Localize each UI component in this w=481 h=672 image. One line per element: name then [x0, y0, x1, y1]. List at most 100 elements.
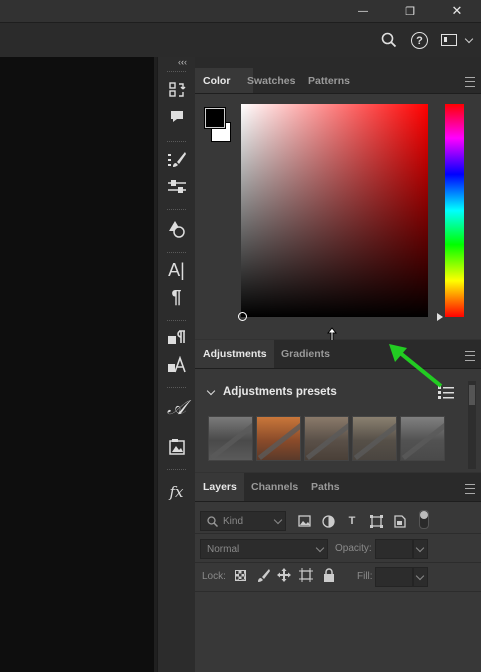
brush-settings-icon[interactable] — [158, 147, 195, 173]
adjustments-presets-title: Adjustments presets — [223, 386, 337, 398]
tab-paths[interactable]: Paths — [303, 473, 348, 501]
opacity-dropdown[interactable] — [413, 539, 428, 559]
libraries-icon[interactable] — [158, 434, 195, 460]
help-icon[interactable]: ? — [411, 32, 428, 49]
grip[interactable] — [167, 387, 186, 390]
chevron-down-icon[interactable] — [206, 386, 216, 396]
hue-slider-marker[interactable] — [437, 313, 443, 321]
history-icon[interactable] — [158, 77, 195, 103]
fill-dropdown[interactable] — [413, 567, 428, 587]
blend-mode-select[interactable]: Normal — [200, 539, 328, 559]
options-bar: ? — [0, 23, 481, 58]
workspace-chevron-icon[interactable] — [464, 34, 474, 44]
filter-adjustment-icon[interactable] — [321, 514, 335, 528]
opacity-field[interactable] — [375, 539, 413, 559]
preset-thumbnail-5[interactable] — [400, 416, 445, 461]
grip[interactable] — [167, 469, 186, 472]
tab-gradients[interactable]: Gradients — [273, 340, 338, 368]
tab-paths-label: Paths — [311, 481, 340, 493]
tab-gradients-label: Gradients — [281, 348, 331, 360]
adjustments-scrollbar[interactable] — [468, 381, 476, 469]
restore-icon: ❐ — [405, 5, 415, 18]
tab-channels[interactable]: Channels — [243, 473, 306, 501]
restore-button[interactable]: ❐ — [397, 0, 423, 22]
grip[interactable] — [167, 252, 186, 255]
paragraph-icon[interactable]: ¶ — [158, 284, 195, 310]
filter-type-icon[interactable]: T — [345, 514, 359, 528]
close-icon: ✕ — [451, 3, 463, 18]
layer-filter-select[interactable]: Kind — [200, 511, 286, 531]
fx-styles-icon[interactable]: fx — [158, 479, 195, 505]
color-panel-menu-icon[interactable] — [465, 77, 475, 87]
hue-slider[interactable] — [445, 104, 464, 317]
tab-swatches-label: Swatches — [247, 74, 296, 87]
filter-toggle[interactable] — [419, 510, 429, 529]
character-icon[interactable]: A| — [158, 257, 195, 283]
filter-pixel-icon[interactable] — [297, 514, 311, 528]
minimize-button[interactable]: — — [350, 0, 376, 22]
paragraph-styles-icon[interactable] — [158, 325, 195, 351]
lock-label: Lock: — [202, 571, 226, 582]
lock-transparent-pixels-icon[interactable] — [235, 570, 246, 581]
dock-header: ‹‹ — [181, 57, 481, 68]
preset-thumbnail-2[interactable] — [256, 416, 301, 461]
title-bar: — ❐ ✕ — [0, 0, 481, 22]
layers-panel-tabs: Layers Channels Paths — [195, 473, 481, 502]
tab-patterns[interactable]: Patterns — [300, 68, 358, 93]
character-glyph: A| — [168, 259, 185, 280]
document-canvas[interactable] — [0, 57, 154, 672]
grip[interactable] — [167, 71, 186, 74]
tab-channels-label: Channels — [251, 481, 299, 493]
lock-artboard-icon[interactable] — [299, 568, 313, 582]
color-panel-tabs: Color Swatches Patterns — [195, 68, 481, 94]
lock-all-icon[interactable] — [323, 568, 335, 582]
preset-thumbnail-4[interactable] — [352, 416, 397, 461]
foreground-color-swatch[interactable] — [205, 108, 225, 128]
preset-thumbnail-3[interactable] — [304, 416, 349, 461]
saturation-brightness-field[interactable] — [238, 104, 428, 321]
help-glyph: ? — [416, 34, 423, 47]
glyphs-icon[interactable]: 𝒜 — [158, 394, 195, 420]
workspace-icon[interactable] — [441, 34, 457, 46]
filter-shape-icon[interactable] — [369, 514, 383, 528]
lock-image-pixels-icon[interactable] — [256, 568, 270, 582]
search-icon[interactable] — [381, 32, 397, 48]
fill-label: Fill: — [357, 571, 373, 582]
fx-glyph: fx — [169, 483, 184, 501]
filter-toggle-knob — [420, 511, 428, 519]
divider — [195, 562, 481, 563]
filter-smart-object-icon[interactable] — [393, 514, 407, 528]
lock-position-icon[interactable] — [277, 568, 291, 582]
layers-panel-menu-icon[interactable] — [465, 484, 475, 494]
annotation-arrow — [385, 340, 445, 390]
adjust-sliders-icon[interactable] — [158, 174, 195, 200]
tab-color-label: Color — [203, 74, 231, 87]
collapse-dock-glyph: ‹‹ — [181, 57, 187, 67]
tab-layers[interactable]: Layers — [195, 473, 244, 501]
tab-layers-label: Layers — [203, 481, 237, 493]
comment-icon[interactable] — [158, 104, 195, 130]
color-picker-handle[interactable] — [238, 312, 247, 321]
blend-mode-value: Normal — [207, 543, 240, 555]
preset-thumbnail-1[interactable] — [208, 416, 253, 461]
shapes-icon[interactable] — [158, 216, 195, 242]
divider — [195, 591, 481, 592]
collapse-dock-icon[interactable]: ‹‹ — [181, 57, 187, 67]
opacity-label: Opacity: — [335, 543, 372, 554]
panel-icon-strip: ‹‹ A| ¶ 𝒜 fx — [157, 57, 196, 672]
filter-kind-label: Kind — [223, 515, 244, 527]
paragraph-glyph: ¶ — [171, 286, 182, 307]
adjustments-panel-menu-icon[interactable] — [465, 351, 475, 361]
close-button[interactable]: ✕ — [444, 0, 470, 22]
tab-swatches[interactable]: Swatches — [239, 68, 303, 93]
grip[interactable] — [167, 141, 186, 144]
grip[interactable] — [167, 209, 186, 212]
scrollbar-thumb[interactable] — [469, 385, 475, 405]
fill-field[interactable] — [375, 567, 413, 587]
color-panel — [195, 94, 481, 349]
glyphs-glyph: 𝒜 — [167, 395, 186, 419]
tab-adjustments[interactable]: Adjustments — [195, 340, 274, 368]
grip[interactable] — [167, 320, 186, 323]
character-styles-icon[interactable] — [158, 352, 195, 378]
search-icon — [207, 516, 218, 527]
